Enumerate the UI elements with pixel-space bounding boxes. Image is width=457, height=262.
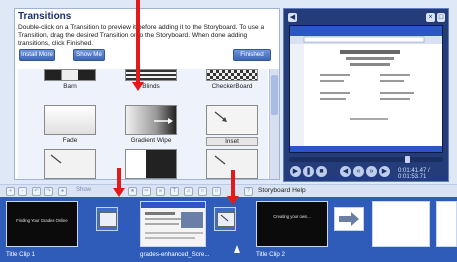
next-frame-icon[interactable]: ▶ xyxy=(379,166,390,177)
transition-label: Gradient Wipe xyxy=(130,137,172,144)
transition-checkerboard[interactable]: CheckerBoard xyxy=(206,69,258,90)
clip-icon[interactable]: □ xyxy=(198,187,207,196)
annotation-arrowhead xyxy=(227,196,239,205)
transition-thumbnail xyxy=(217,212,235,227)
zoom-in-icon[interactable]: + xyxy=(6,187,15,196)
preview-screen xyxy=(289,25,443,153)
clip-screen-capture[interactable] xyxy=(140,201,206,247)
annotation-arrow xyxy=(117,168,121,188)
transition-inset[interactable]: Inset xyxy=(206,105,258,146)
diagonal-arrow-icon xyxy=(220,214,229,222)
checkerboard-thumbnail xyxy=(206,69,258,81)
diagonal-arrow-icon xyxy=(214,111,227,122)
empty-clip-slot[interactable] xyxy=(436,201,457,247)
storyboard: Finding Your Grades Online Title Clip 1 … xyxy=(0,197,457,262)
transition-label: Fade xyxy=(62,137,78,144)
annotation-arrowhead xyxy=(132,82,144,91)
show-label[interactable]: Show xyxy=(76,187,91,193)
forward-icon[interactable]: » xyxy=(366,166,377,177)
annotation-arrowhead xyxy=(113,188,125,197)
movie-maker-window: Transitions Double-click on a Transition… xyxy=(0,0,457,262)
split-icon[interactable]: ✂ xyxy=(142,187,151,196)
transition-label: Barn xyxy=(63,83,77,90)
effects-icon[interactable]: ★ xyxy=(128,187,137,196)
gradient-wipe-thumbnail xyxy=(125,105,177,135)
transition-fade[interactable]: Fade xyxy=(44,105,96,144)
view-icon[interactable]: □ xyxy=(212,187,221,196)
seek-bar[interactable] xyxy=(289,156,443,163)
clip-label: grades-enhanced_Scre... xyxy=(140,251,210,258)
mouse-cursor-icon xyxy=(234,245,240,253)
transition-slot-3[interactable] xyxy=(334,207,364,231)
install-more-button[interactable]: Install More xyxy=(19,49,55,61)
clip-caption: Finding Your Grades Online xyxy=(16,218,68,223)
arrow-right-icon xyxy=(339,212,359,226)
finished-button[interactable]: Finished xyxy=(233,49,271,61)
transition-thumbnail xyxy=(44,149,96,179)
narrate-icon[interactable]: ● xyxy=(58,187,67,196)
titles-icon[interactable]: T xyxy=(170,187,179,196)
barn-thumbnail xyxy=(44,69,96,81)
previous-frame-icon[interactable]: ◀ xyxy=(340,166,351,177)
transition-thumbnail xyxy=(125,149,177,179)
transition-gradient-wipe[interactable]: Gradient Wipe xyxy=(125,105,177,144)
blinds-thumbnail xyxy=(125,69,177,81)
transition-barn[interactable]: Barn xyxy=(44,69,96,90)
zoom-out-icon[interactable]: - xyxy=(18,187,27,196)
detach-icon[interactable]: □ xyxy=(437,13,445,22)
transitions-scrollbar[interactable] xyxy=(269,69,279,179)
empty-clip-slot[interactable] xyxy=(372,201,430,247)
inset-thumbnail xyxy=(206,105,258,135)
show-me-button[interactable]: Show Me xyxy=(73,49,105,61)
undo-icon[interactable]: ↶ xyxy=(32,187,41,196)
rewind-icon[interactable]: « xyxy=(353,166,364,177)
combine-icon[interactable]: ∞ xyxy=(156,187,165,196)
transition-label: Inset xyxy=(206,137,258,146)
transition-label: CheckerBoard xyxy=(211,83,253,90)
clip-title-1[interactable]: Finding Your Grades Online xyxy=(6,201,78,247)
diagonal-arrow-icon xyxy=(50,154,62,164)
clip-label: Title Clip 1 xyxy=(6,251,35,258)
annotation-arrow xyxy=(231,170,235,196)
transitions-description: Double-click on a Transition to preview … xyxy=(18,24,265,47)
redo-icon[interactable]: ↷ xyxy=(44,187,53,196)
transition-row3-a[interactable] xyxy=(44,149,96,179)
transition-thumbnail xyxy=(99,212,117,227)
storyboard-help-label[interactable]: Storyboard Help xyxy=(258,187,306,194)
annotation-arrow xyxy=(136,0,140,83)
clip-caption: Creating your own... xyxy=(273,214,311,219)
back-icon[interactable]: ◀ xyxy=(288,13,297,22)
browser-screenshot-image xyxy=(290,26,442,152)
arrow-right-icon xyxy=(154,118,173,124)
clip-label: Title Clip 2 xyxy=(256,251,285,258)
help-icon[interactable]: ? xyxy=(244,187,253,196)
pause-icon[interactable]: ❚ xyxy=(303,166,314,177)
transitions-title: Transitions xyxy=(18,11,72,22)
close-icon[interactable]: × xyxy=(426,13,435,22)
timecode: 0:01:41.47 / 0:01:53.71 xyxy=(398,168,430,180)
preview-monitor: ◀ × □ ▶ ❚ ■ ◀ « » ▶ 0:01:41.47 / 0:01:53… xyxy=(283,8,449,182)
music-icon[interactable]: ♫ xyxy=(184,187,193,196)
seek-knob[interactable] xyxy=(405,156,410,163)
play-icon[interactable]: ▶ xyxy=(290,166,301,177)
fade-thumbnail xyxy=(44,105,96,135)
clip-title-2[interactable]: Creating your own... xyxy=(256,201,328,247)
screen-capture-thumbnail xyxy=(141,202,205,239)
transition-slot-2[interactable] xyxy=(214,207,236,231)
stop-icon[interactable]: ■ xyxy=(316,166,327,177)
transition-slot-1[interactable] xyxy=(96,207,118,231)
transition-row3-b[interactable] xyxy=(125,149,177,179)
transitions-panel: Transitions Double-click on a Transition… xyxy=(14,8,280,180)
scrollbar-thumb[interactable] xyxy=(271,75,278,115)
